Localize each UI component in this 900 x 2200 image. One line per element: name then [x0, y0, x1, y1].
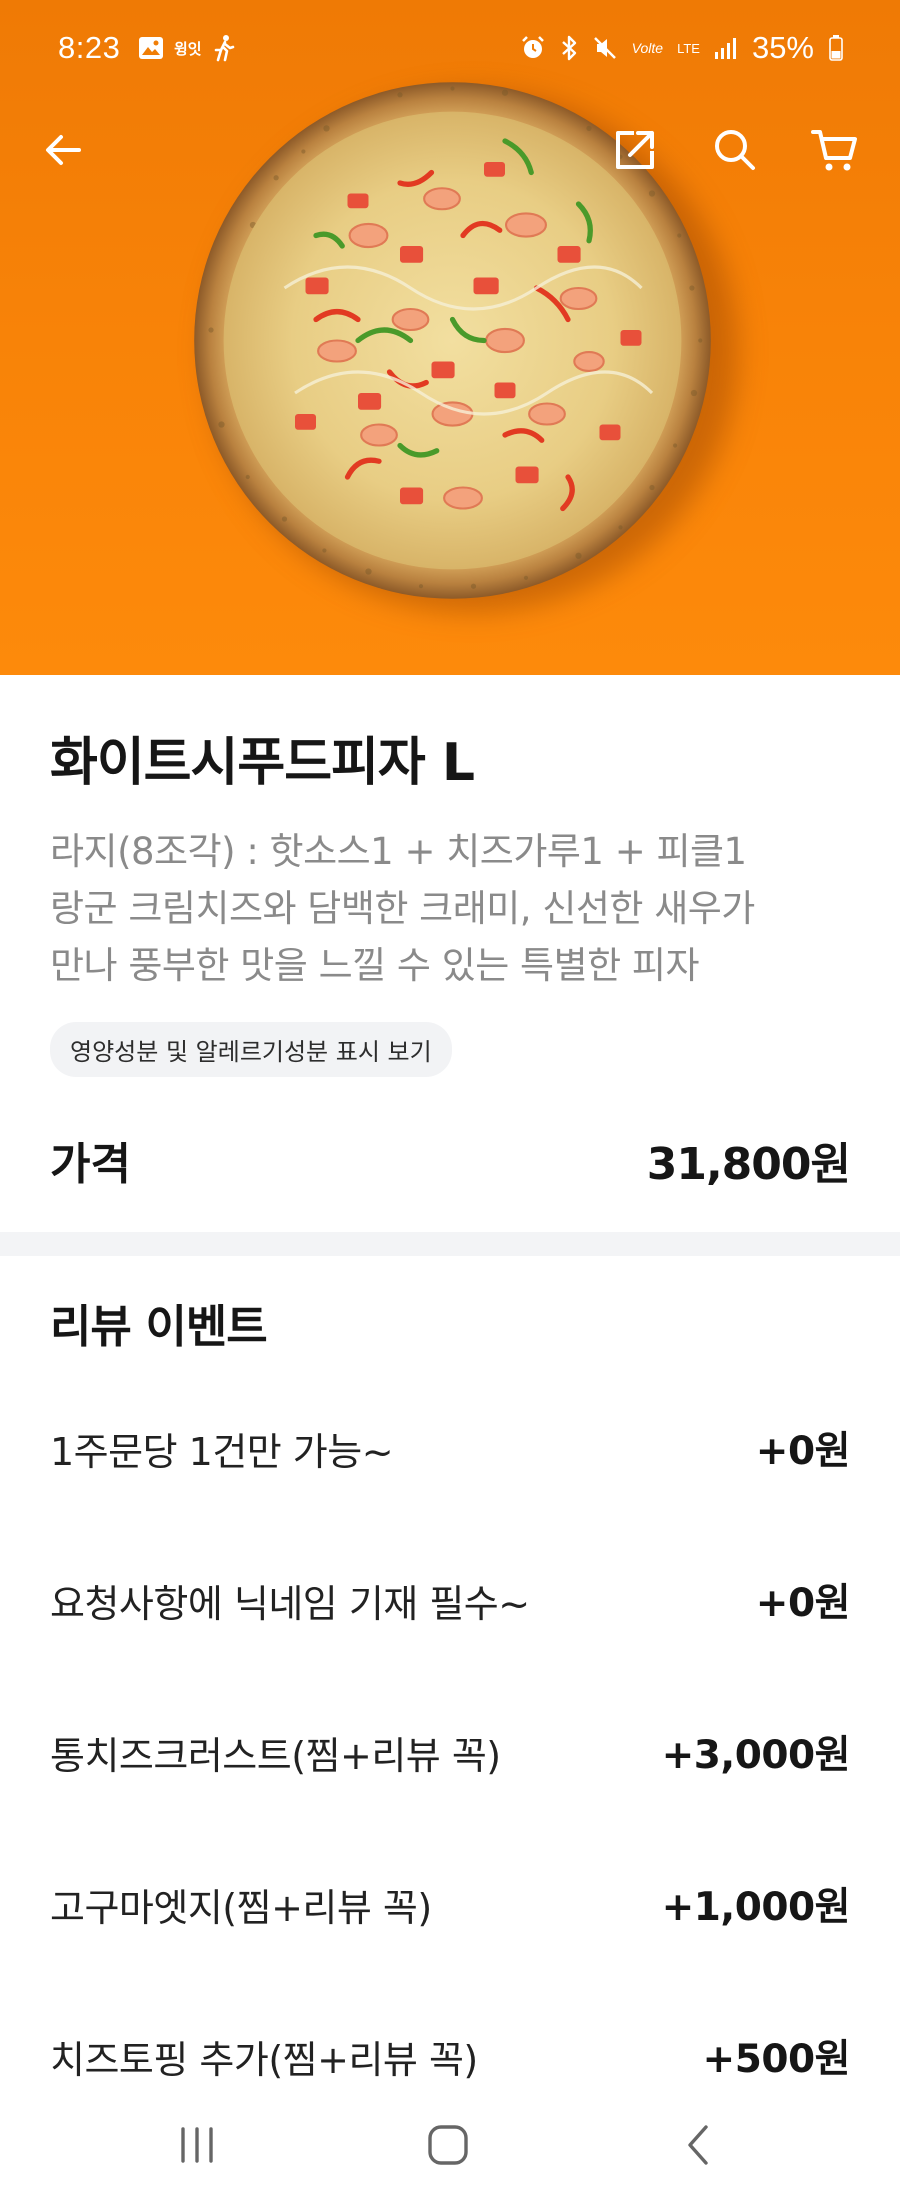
option-row[interactable]: 요청사항에 닉네임 기재 필수~ +0원: [50, 1560, 851, 1640]
back-button[interactable]: [28, 115, 98, 185]
system-back-icon: [688, 2125, 708, 2165]
share-icon: [616, 131, 654, 169]
gallery-icon: [139, 37, 163, 59]
option-row[interactable]: 통치즈크러스트(찜+리뷰 꼭) +3,000원: [50, 1712, 851, 1792]
option-price: +500원: [702, 2037, 851, 2082]
status-app-label: 윙잇: [174, 39, 202, 58]
system-navigation-bar: [0, 2090, 900, 2200]
top-navigation: [0, 115, 900, 185]
product-hero: [0, 0, 900, 675]
signal-icon: [714, 38, 736, 59]
back-arrow-icon: [46, 135, 81, 165]
price-row: 가격 31,800원: [50, 1125, 851, 1195]
description-line: 랑군 크림치즈와 담백한 크래미, 신선한 새우가: [50, 887, 755, 930]
home-icon: [428, 2125, 468, 2165]
search-button[interactable]: [700, 115, 770, 185]
review-event-section: 리뷰 이벤트 1주문당 1건만 가능~ +0원 요청사항에 닉네임 기재 필수~…: [50, 1290, 851, 2082]
option-price: +3,000원: [661, 1733, 851, 1778]
description-line: 만나 풍부한 맛을 느낄 수 있는 특별한 피자: [50, 944, 700, 987]
status-bar: 8:23 윙잇 Volte LTE 35%: [0, 0, 900, 100]
option-price: +0원: [755, 1429, 851, 1474]
option-row[interactable]: 치즈토핑 추가(찜+리뷰 꼭) +500원: [50, 2016, 851, 2096]
option-name: 고구마엣지(찜+리뷰 꼭): [50, 1885, 432, 1930]
product-description: 라지(8조각) : 핫소스1 + 치즈가루1 + 피클1 랑군 크림치즈와 담백…: [50, 823, 850, 994]
battery-percent: 35%: [751, 30, 814, 65]
status-left-icons: 윙잇: [138, 34, 236, 62]
nutrition-allergy-link[interactable]: 영양성분 및 알레르기성분 표시 보기: [50, 1022, 452, 1077]
cart-icon: [811, 130, 857, 171]
option-price: +0원: [755, 1581, 851, 1626]
cart-button[interactable]: [800, 115, 870, 185]
bluetooth-icon: [561, 35, 576, 61]
option-name: 1주문당 1건만 가능~: [50, 1429, 394, 1474]
review-event-title: 리뷰 이벤트: [50, 1300, 268, 1353]
section-divider: [0, 1232, 900, 1256]
status-right-icons: Volte LTE 35%: [520, 30, 844, 66]
product-title: 화이트시푸드피자 L: [50, 733, 475, 793]
home-button[interactable]: [408, 2115, 488, 2175]
mute-icon: [593, 37, 616, 59]
search-icon: [715, 130, 755, 170]
description-line: 라지(8조각) : 핫소스1 + 치즈가루1 + 피클1: [50, 830, 747, 873]
network-label: Volte: [631, 40, 664, 56]
product-info: 화이트시푸드피자 L 라지(8조각) : 핫소스1 + 치즈가루1 + 피클1 …: [50, 720, 850, 1077]
battery-icon: [829, 35, 843, 61]
option-name: 요청사항에 닉네임 기재 필수~: [50, 1581, 530, 1626]
option-price: +1,000원: [661, 1885, 851, 1930]
status-time: 8:23: [58, 30, 121, 65]
option-name: 치즈토핑 추가(찜+리뷰 꼭): [50, 2037, 478, 2082]
option-name: 통치즈크러스트(찜+리뷰 꼭): [50, 1733, 501, 1778]
option-row[interactable]: 고구마엣지(찜+리뷰 꼭) +1,000원: [50, 1864, 851, 1944]
price-label: 가격: [50, 1139, 131, 1190]
share-button[interactable]: [600, 115, 670, 185]
price-value: 31,800원: [646, 1139, 851, 1190]
lte-label: LTE: [677, 40, 700, 56]
recent-apps-icon: [181, 2127, 213, 2163]
system-back-button[interactable]: [660, 2115, 740, 2175]
walking-icon: [214, 35, 234, 62]
alarm-icon: [521, 36, 544, 58]
recent-apps-button[interactable]: [157, 2115, 237, 2175]
option-row[interactable]: 1주문당 1건만 가능~ +0원: [50, 1408, 851, 1488]
